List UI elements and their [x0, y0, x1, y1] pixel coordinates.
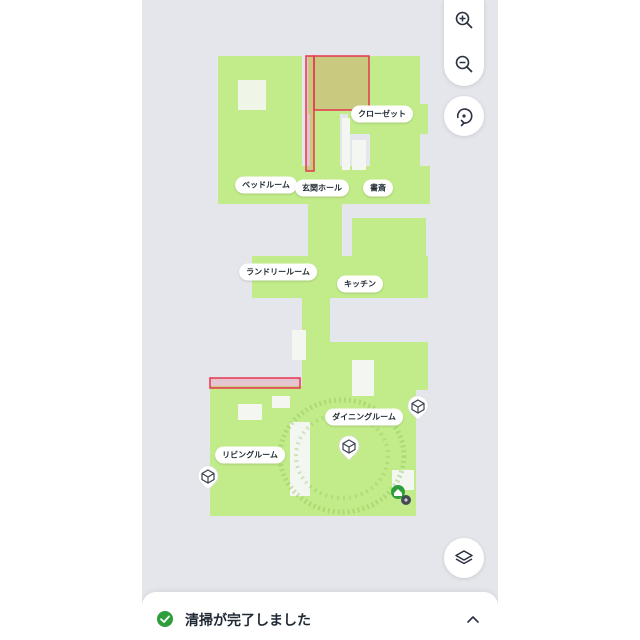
- check-circle-icon: [157, 611, 173, 627]
- status-panel[interactable]: 清掃が完了しました: [142, 592, 498, 640]
- room-label-dining[interactable]: ダイニングルーム: [325, 408, 403, 426]
- layers-icon: [455, 550, 473, 565]
- zoom-controls: [444, 0, 484, 86]
- rotate-icon: [456, 108, 473, 127]
- floor-map[interactable]: [142, 0, 498, 640]
- room-label-closet[interactable]: クローゼット: [351, 105, 413, 123]
- room-label-entrance[interactable]: 玄関ホール: [295, 179, 349, 197]
- status-text: 清掃が完了しました: [185, 613, 311, 629]
- furniture-cube-icon[interactable]: [338, 435, 360, 465]
- furniture-cube-icon[interactable]: [197, 465, 219, 495]
- map-layers-button[interactable]: [444, 538, 484, 578]
- room-label-study[interactable]: 書斎: [363, 179, 393, 197]
- zoom-out-button[interactable]: [444, 44, 484, 84]
- no-go-zone-closet: [313, 55, 370, 111]
- no-go-zone-strip: [305, 55, 315, 172]
- chevron-up-icon[interactable]: [466, 614, 480, 624]
- furniture-cube-icon[interactable]: [407, 395, 429, 425]
- zoom-in-icon: [455, 11, 473, 29]
- room-label-kitchen[interactable]: キッチン: [337, 275, 383, 293]
- no-go-zone-living: [209, 377, 301, 389]
- zoom-in-button[interactable]: [444, 0, 484, 40]
- map-screen: クローゼット ベッドルーム 玄関ホール 書斎 ランドリールーム キッチン ダイニ…: [142, 0, 498, 640]
- room-label-living[interactable]: リビングルーム: [215, 446, 285, 464]
- room-label-laundry[interactable]: ランドリールーム: [239, 263, 317, 281]
- rotate-map-button[interactable]: [444, 96, 484, 136]
- zoom-out-icon: [455, 55, 473, 73]
- room-label-bedroom[interactable]: ベッドルーム: [235, 176, 297, 194]
